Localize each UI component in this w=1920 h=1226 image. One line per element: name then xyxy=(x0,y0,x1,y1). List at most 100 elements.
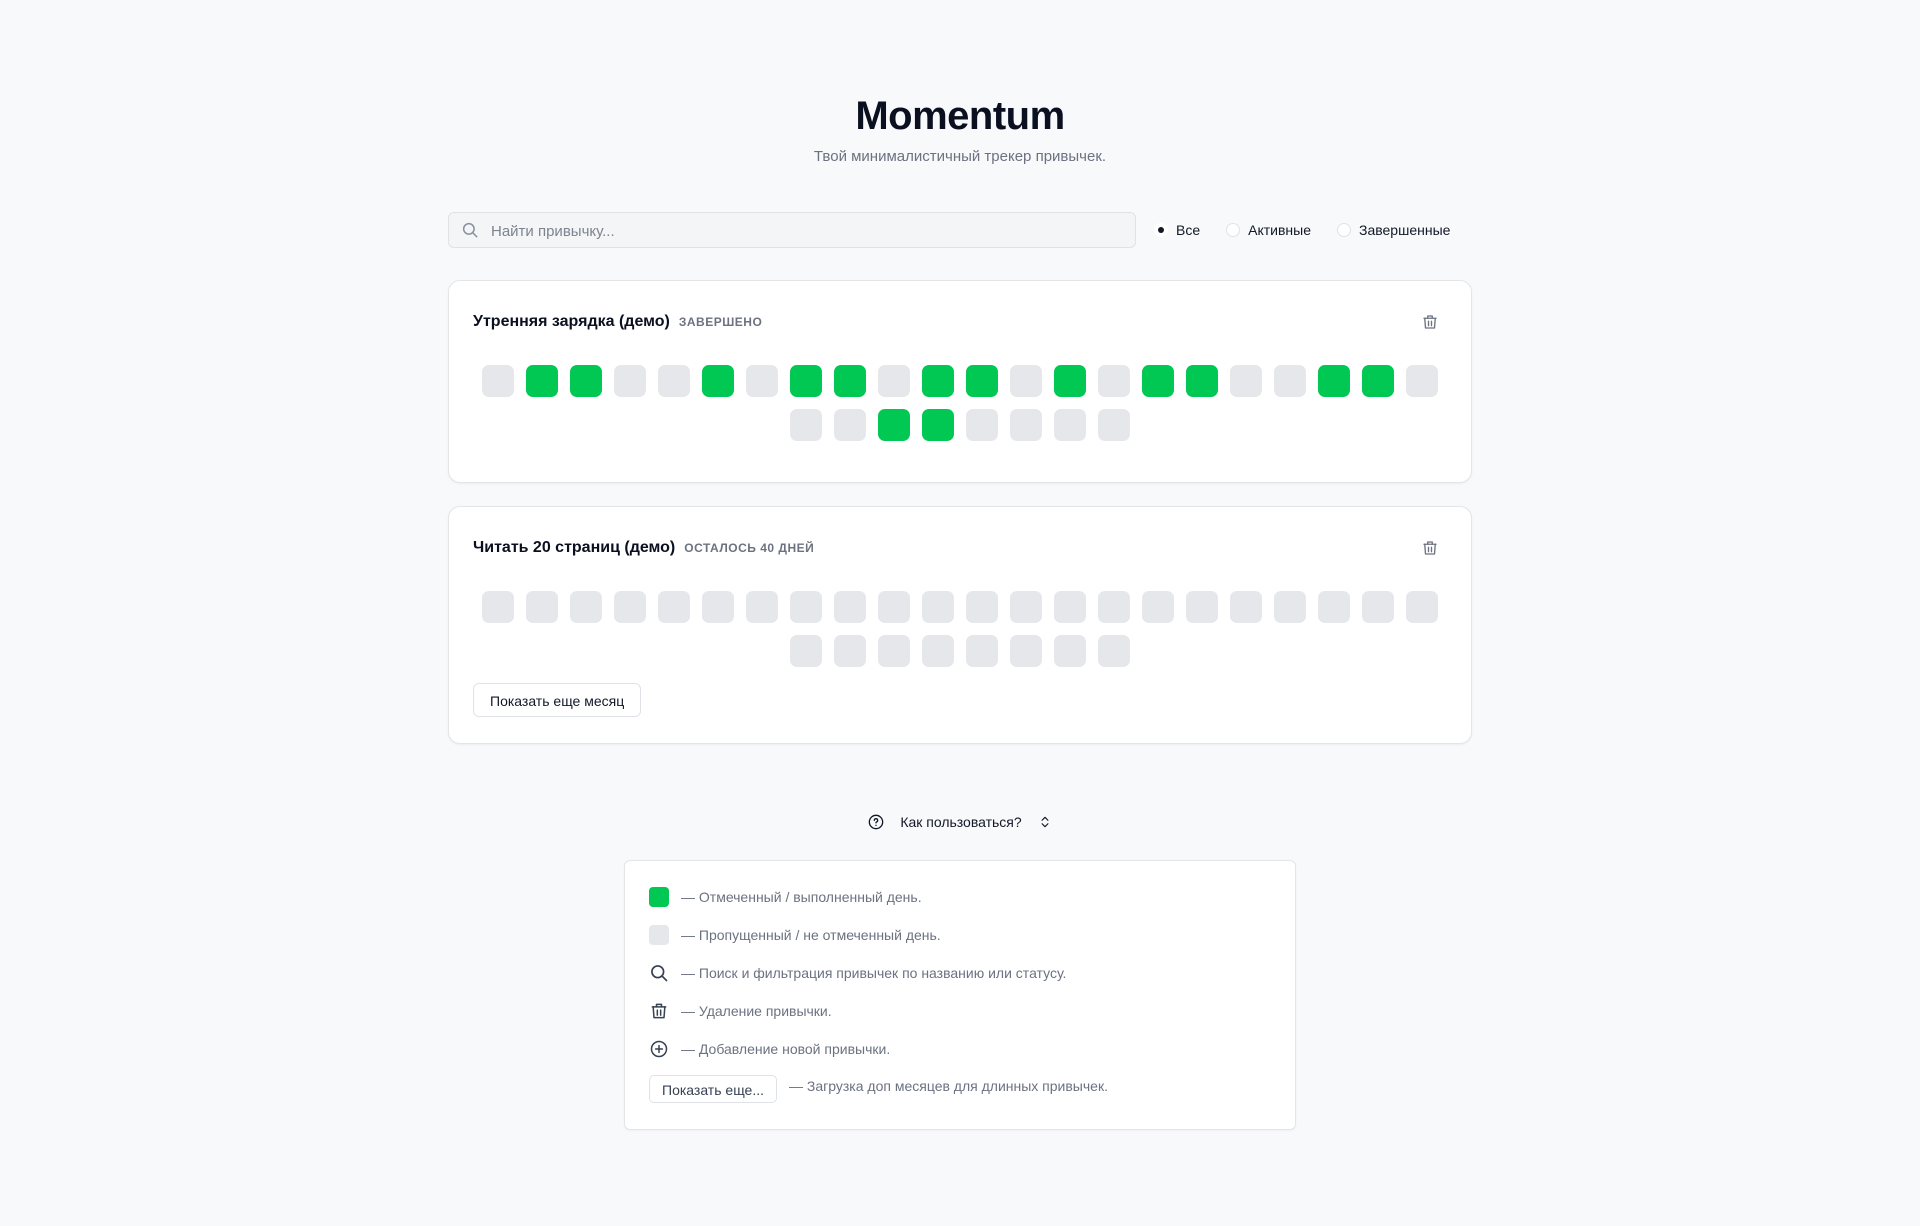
day-cell-done[interactable] xyxy=(922,365,954,397)
day-cell-done[interactable] xyxy=(702,365,734,397)
delete-habit-icon[interactable] xyxy=(1421,539,1439,557)
day-cell-empty[interactable] xyxy=(1098,591,1130,623)
day-cell-done[interactable] xyxy=(878,409,910,441)
day-cell-empty[interactable] xyxy=(790,591,822,623)
header: Momentum Твой минималистичный трекер при… xyxy=(0,92,1920,165)
day-cell-empty[interactable] xyxy=(614,365,646,397)
habit-header: Читать 20 страниц (демо) ОСТАЛОСЬ 40 ДНЕ… xyxy=(473,539,814,557)
legend-text: — Пропущенный / не отмеченный день. xyxy=(681,927,941,943)
legend-text: — Загрузка доп месяцев для длинных привы… xyxy=(789,1078,1108,1094)
day-cell-empty[interactable] xyxy=(1010,591,1042,623)
day-cell-empty[interactable] xyxy=(482,365,514,397)
day-cell-done[interactable] xyxy=(570,365,602,397)
day-cell-empty[interactable] xyxy=(1010,635,1042,667)
app-subtitle: Твой минималистичный трекер привычек. xyxy=(813,148,1107,165)
filter-all[interactable]: Все xyxy=(1154,222,1200,238)
day-cell-empty[interactable] xyxy=(790,409,822,441)
day-cell-empty[interactable] xyxy=(614,591,646,623)
filter-active[interactable]: Активные xyxy=(1226,222,1311,238)
day-cell-empty[interactable] xyxy=(834,591,866,623)
day-cell-empty[interactable] xyxy=(1010,365,1042,397)
day-cell-done[interactable] xyxy=(834,365,866,397)
day-cell-empty[interactable] xyxy=(1186,591,1218,623)
legend-row: — Пропущенный / не отмеченный день. xyxy=(649,925,941,945)
day-cell-done[interactable] xyxy=(1318,365,1350,397)
day-cell-empty[interactable] xyxy=(1406,365,1438,397)
day-cell-empty[interactable] xyxy=(878,365,910,397)
search-input[interactable] xyxy=(489,213,1113,249)
show-more-month-button[interactable]: Показать еще месяц xyxy=(473,683,642,717)
trash-icon xyxy=(649,1001,669,1021)
legend-text: — Добавление новой привычки. xyxy=(681,1041,891,1057)
help-circle-icon xyxy=(868,814,884,830)
plus-circle-icon xyxy=(649,1039,669,1059)
status-filter: Все Активные Завершенные xyxy=(1154,212,1450,248)
day-cell-done[interactable] xyxy=(790,365,822,397)
day-cell-done[interactable] xyxy=(922,409,954,441)
day-cell-empty[interactable] xyxy=(1098,635,1130,667)
day-cell-empty[interactable] xyxy=(658,591,690,623)
day-cell-empty[interactable] xyxy=(1098,365,1130,397)
day-cell-empty[interactable] xyxy=(1362,591,1394,623)
missed-day-swatch xyxy=(649,925,669,945)
legend-row: — Добавление новой привычки. xyxy=(649,1039,890,1059)
day-cell-empty[interactable] xyxy=(922,591,954,623)
help-toggle[interactable]: Как пользоваться? xyxy=(0,814,1920,830)
habit-status-badge: ОСТАЛОСЬ 40 ДНЕЙ xyxy=(684,541,815,555)
day-cell-done[interactable] xyxy=(966,365,998,397)
day-cell-empty[interactable] xyxy=(834,409,866,441)
day-cell-empty[interactable] xyxy=(482,591,514,623)
day-cell-done[interactable] xyxy=(1054,365,1086,397)
day-cell-done[interactable] xyxy=(526,365,558,397)
day-cell-done[interactable] xyxy=(1362,365,1394,397)
help-toggle-label: Как пользоваться? xyxy=(900,814,1022,830)
filter-label: Все xyxy=(1176,222,1201,238)
day-cell-empty[interactable] xyxy=(746,365,778,397)
legend-text: — Удаление привычки. xyxy=(681,1003,832,1019)
day-cell-empty[interactable] xyxy=(878,635,910,667)
day-cell-empty[interactable] xyxy=(658,365,690,397)
day-cell-empty[interactable] xyxy=(1318,591,1350,623)
search-icon xyxy=(649,963,669,983)
legend-row: — Поиск и фильтрация привычек по названи… xyxy=(649,963,1066,983)
search-box[interactable] xyxy=(448,212,1136,249)
day-cell-empty[interactable] xyxy=(570,591,602,623)
day-cell-empty[interactable] xyxy=(746,591,778,623)
checked-day-swatch xyxy=(649,887,669,907)
day-cell-empty[interactable] xyxy=(1098,409,1130,441)
habit-card: Читать 20 страниц (демо) ОСТАЛОСЬ 40 ДНЕ… xyxy=(448,506,1472,744)
day-cell-empty[interactable] xyxy=(1010,409,1042,441)
day-cell-empty[interactable] xyxy=(1406,591,1438,623)
day-cell-empty[interactable] xyxy=(1054,409,1086,441)
day-cell-empty[interactable] xyxy=(966,409,998,441)
day-cell-empty[interactable] xyxy=(966,591,998,623)
day-cell-empty[interactable] xyxy=(1230,591,1262,623)
day-grid xyxy=(481,365,1439,441)
day-cell-empty[interactable] xyxy=(790,635,822,667)
radio-dot[interactable] xyxy=(1226,223,1241,237)
day-cell-done[interactable] xyxy=(1186,365,1218,397)
help-panel: — Отмеченный / выполненный день. — Пропу… xyxy=(624,860,1296,1130)
day-cell-empty[interactable] xyxy=(702,591,734,623)
day-cell-empty[interactable] xyxy=(878,591,910,623)
day-cell-empty[interactable] xyxy=(1054,635,1086,667)
day-cell-empty[interactable] xyxy=(1274,591,1306,623)
filter-completed[interactable]: Завершенные xyxy=(1337,222,1450,238)
radio-dot[interactable] xyxy=(1337,223,1351,237)
legend-text: — Поиск и фильтрация привычек по названи… xyxy=(681,965,1067,981)
day-cell-empty[interactable] xyxy=(834,635,866,667)
radio-dot[interactable] xyxy=(1154,223,1168,237)
day-cell-empty[interactable] xyxy=(526,591,558,623)
day-cell-empty[interactable] xyxy=(1142,591,1174,623)
legend-row: Показать еще... — Загрузка доп месяцев д… xyxy=(649,1075,1108,1103)
habit-name: Утренняя зарядка (демо) xyxy=(473,313,670,330)
delete-habit-icon[interactable] xyxy=(1421,313,1439,331)
day-cell-empty[interactable] xyxy=(966,635,998,667)
day-cell-empty[interactable] xyxy=(1274,365,1306,397)
show-more-example-button[interactable]: Показать еще... xyxy=(649,1075,778,1103)
day-cell-done[interactable] xyxy=(1142,365,1174,397)
day-cell-empty[interactable] xyxy=(1230,365,1262,397)
app-title: Momentum xyxy=(855,94,1065,138)
day-cell-empty[interactable] xyxy=(922,635,954,667)
day-cell-empty[interactable] xyxy=(1054,591,1086,623)
